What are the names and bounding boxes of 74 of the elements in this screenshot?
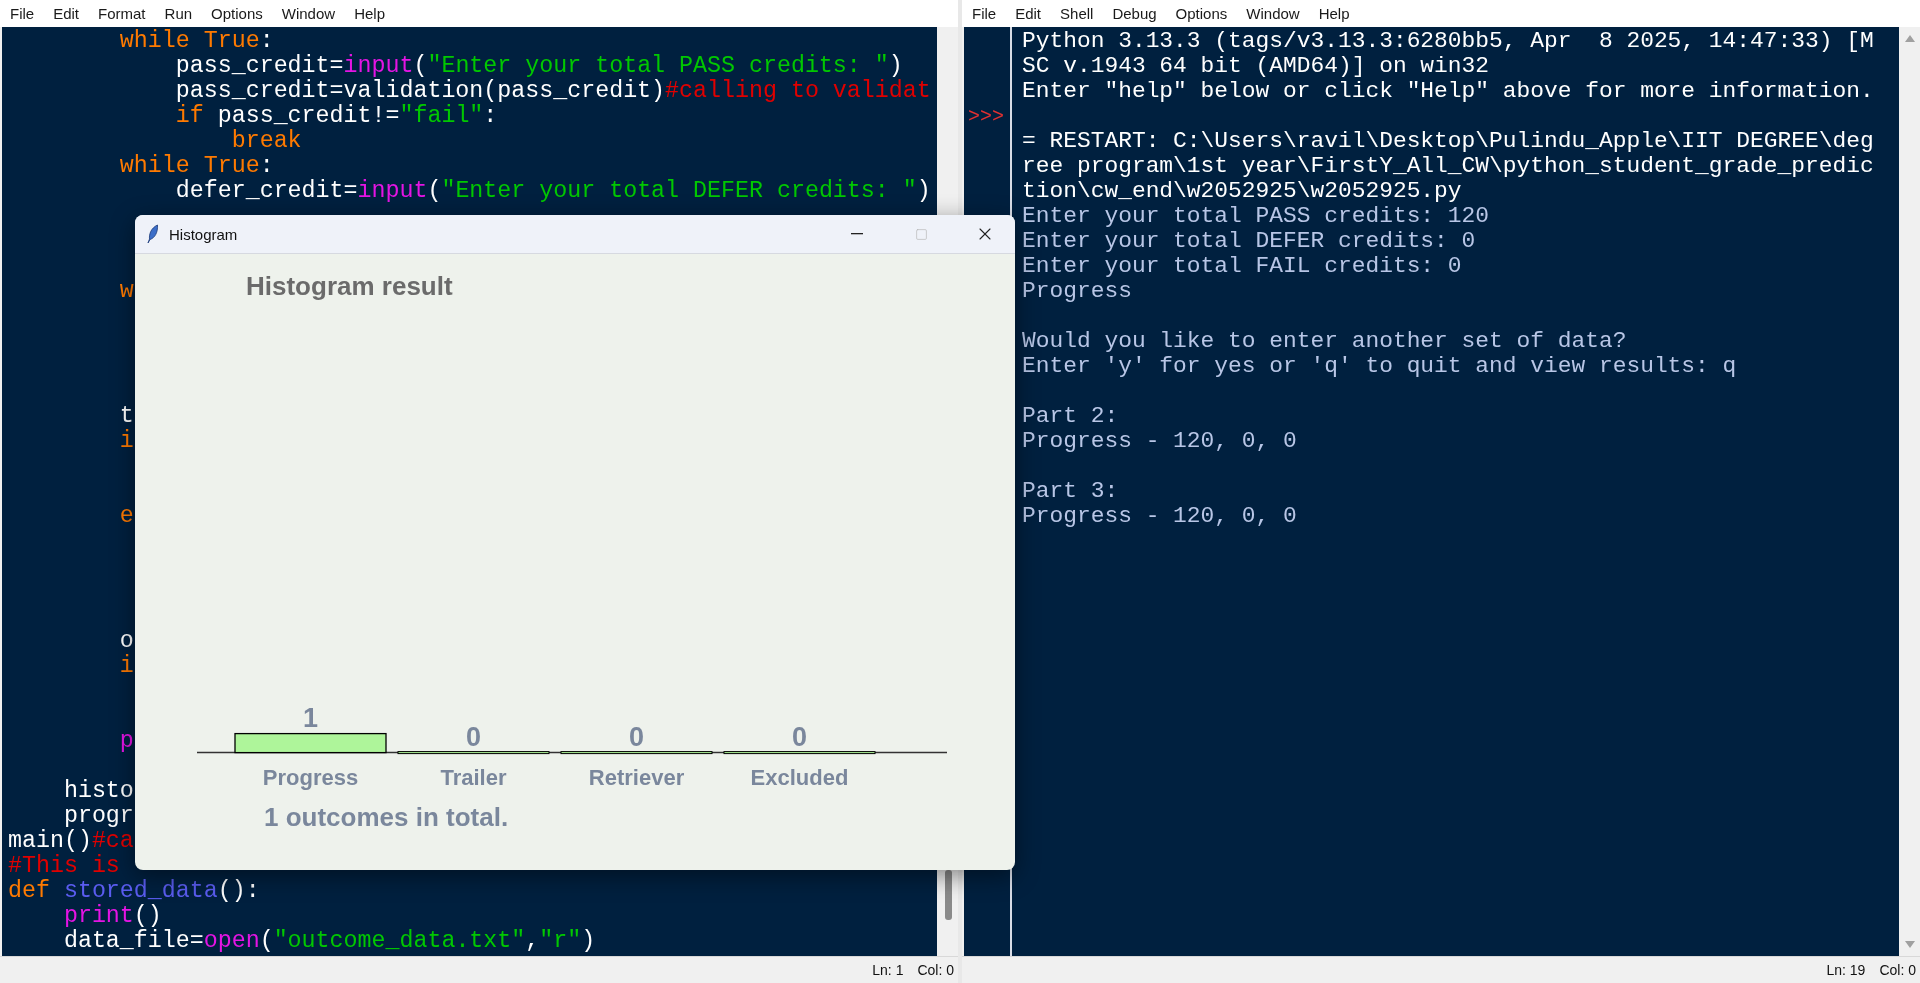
menu-item[interactable]: Help [1318,5,1350,22]
menu-item[interactable]: Options [1175,5,1228,22]
shell-line: Enter your total PASS credits: 120 [1022,203,1490,229]
shell-line: = RESTART: C:\Users\ravil\Desktop\Pulindu_Apple\IIT DEGREE\deg [1022,128,1874,154]
shell-line: Part 3: [1022,478,1119,504]
minimize-icon [851,233,863,235]
shell-line: Enter your total FAIL credits: 0 [1022,253,1462,279]
maximize-icon [914,227,928,241]
scrollbar-thumb[interactable] [945,870,952,920]
code-line: defer_credit=input("Enter your total DEFER credits: ") [174,178,931,204]
shell-prompt: >>> [967,105,1004,128]
scroll-up-icon[interactable] [1904,35,1915,42]
shell-line: Python 3.13.3 (tags/v3.13.3:6280bb5, Apr 8 2025, 14:47:33) [M [1022,28,1874,54]
category-label: Progress [262,765,359,790]
shell-line: Part 2: [1022,403,1119,429]
value-label: 0 [629,721,644,752]
shell-line: Enter 'y' for yes or 'q' to quit and view results: q [1022,353,1737,379]
category-label: Excluded [750,765,849,790]
code-line: break [230,128,302,154]
code-line: histo [62,778,134,804]
column-number: Col: 0 [917,962,954,978]
column-number: Col: 0 [1879,962,1916,978]
value-label: 0 [792,721,807,752]
menu-item[interactable]: File [10,5,35,22]
category-label: Retriever [588,765,685,790]
code-line: while True: [118,153,274,179]
scroll-down-icon[interactable] [1904,941,1915,948]
shell-line: Enter "help" below or click "Help" above for more information. [1022,78,1874,104]
chart-title: Histogram result [246,271,453,302]
feather-icon [147,224,159,244]
shell-line: Progress [1022,278,1132,304]
line-number: Ln: 1 [872,962,904,978]
code-line: #This is [8,853,120,879]
value-label: 0 [466,721,481,752]
code-line: while True: [118,28,274,54]
shell-line: Enter your total DEFER credits: 0 [1022,228,1476,254]
shell-output[interactable] [1012,27,1899,956]
menu-item[interactable]: Window [281,5,336,22]
menu-item[interactable]: Help [354,5,385,22]
shell-line: Progress - 120, 0, 0 [1022,428,1297,454]
menu-item[interactable]: Edit [1015,5,1042,22]
code-line: pass_credit=validation(pass_credit)#calling to validat [174,78,931,104]
menu-item[interactable]: Options [211,5,263,22]
outcome-total: 1 outcomes in total. [264,802,509,833]
menu-item[interactable]: Format [98,5,146,22]
shell-line: ree program\1st year\FirstY_All_CW\python_student_grade_predic [1022,153,1874,179]
code-line: data_file=open("outcome_data.txt","r") [62,928,596,954]
code-line: t [118,403,134,429]
menu-item[interactable]: File [972,5,997,22]
code-line: main()#ca [8,828,134,854]
menu-item[interactable]: Debug [1112,5,1157,22]
code-line: i [118,653,134,679]
code-line: e [118,503,134,529]
menu-item[interactable]: Run [164,5,193,22]
code-line: if pass_credit!="fail": [174,103,498,129]
line-number: Ln: 19 [1826,962,1866,978]
code-line: p [118,728,134,754]
code-line: w [118,278,134,304]
shell-line: tion\cw_end\w2052925\w2052925.py [1022,178,1462,204]
shell-line: SC v.1943 64 bit (AMD64)] on win32 [1022,53,1490,79]
code-line: pass_credit=input("Enter your total PASS credits: ") [174,53,903,79]
code-line: progr [62,803,134,829]
value-label: 1 [303,702,318,733]
window-title: Histogram [169,225,239,243]
shell-line: Progress - 120, 0, 0 [1022,503,1297,529]
category-label: Trailer [440,765,507,790]
code-line: i [118,428,134,454]
shell-line: Would you like to enter another set of data? [1022,328,1627,354]
code-line: o [118,628,134,654]
code-line: def stored_data(): [8,878,260,904]
menu-item[interactable]: Edit [53,5,80,22]
menu-item[interactable]: Window [1246,5,1300,22]
menu-item[interactable]: Shell [1060,5,1094,22]
code-line: print() [62,903,162,929]
